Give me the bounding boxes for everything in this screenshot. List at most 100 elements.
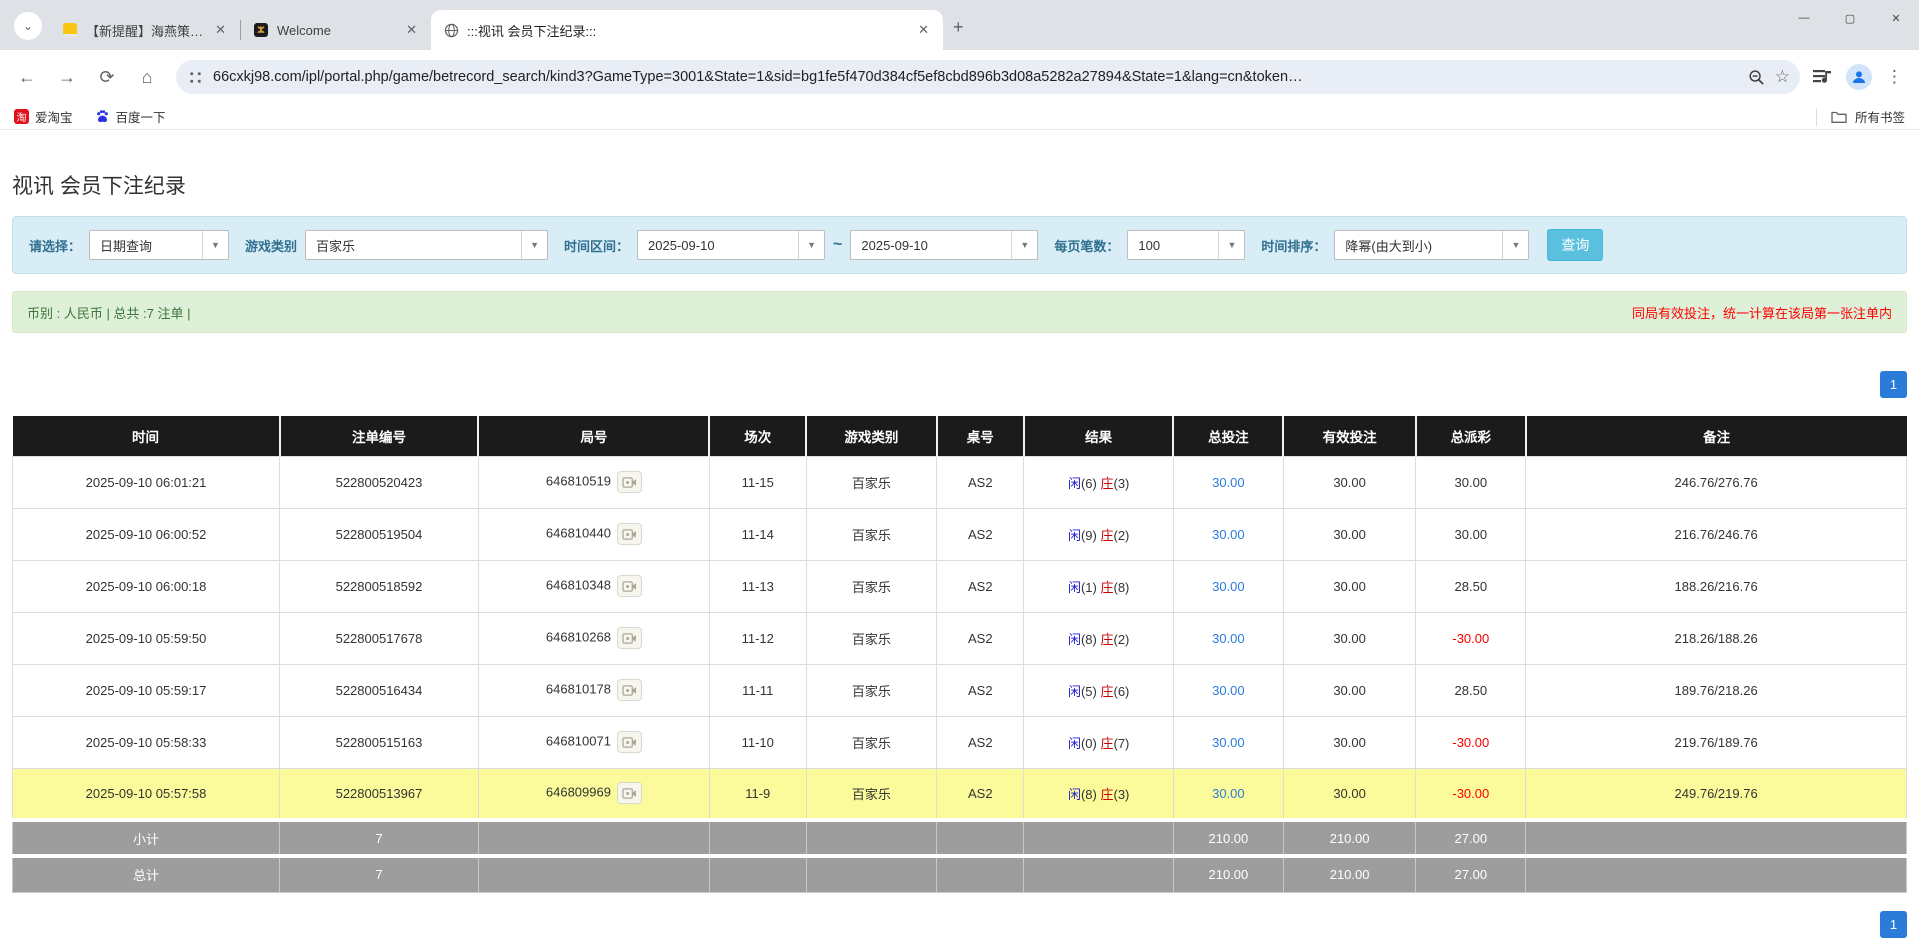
close-button[interactable]: ✕ (1873, 0, 1919, 36)
cell-session: 11-9 (709, 768, 806, 820)
cell-time: 2025-09-10 05:58:33 (13, 716, 280, 768)
header-game-type: 游戏类别 (806, 416, 937, 456)
page-number-button-top[interactable]: 1 (1880, 371, 1907, 398)
folder-icon (1831, 110, 1847, 124)
replay-video-icon[interactable] (617, 523, 642, 545)
cell-payout: -30.00 (1416, 612, 1526, 664)
cell-total-bet[interactable]: 30.00 (1173, 612, 1283, 664)
home-icon[interactable]: ⌂ (130, 60, 164, 94)
bookmark-aitaobao[interactable]: 淘 爱淘宝 (14, 107, 73, 126)
browser-menu-icon[interactable]: ⋮ (1886, 67, 1903, 87)
replay-video-icon[interactable] (617, 782, 642, 804)
subtotal-valid-bet: 210.00 (1283, 820, 1416, 856)
cell-total-bet[interactable]: 30.00 (1173, 560, 1283, 612)
replay-video-icon[interactable] (617, 627, 642, 649)
replay-video-icon[interactable] (617, 471, 642, 493)
toolbar-right: ⋮ (1812, 64, 1909, 90)
bookmark-star-icon[interactable]: ☆ (1775, 67, 1790, 87)
tab-close-icon[interactable]: ✕ (211, 20, 230, 40)
table-row: 2025-09-10 05:59:50522800517678646810268… (13, 612, 1907, 664)
tab-title: :::视讯 会员下注纪录::: (467, 21, 906, 40)
summary-bar: 币别 : 人民币 | 总共 :7 注单 | 同局有效投注，统一计算在该局第一张注… (12, 291, 1907, 333)
new-tab-button[interactable]: + (953, 17, 964, 38)
back-icon[interactable]: ← (10, 60, 44, 94)
header-bet-id: 注单编号 (280, 416, 479, 456)
cell-valid-bet: 30.00 (1283, 560, 1416, 612)
cell-table-no: AS2 (937, 716, 1024, 768)
site-settings-icon[interactable] (188, 70, 203, 85)
page-number-button-bottom[interactable]: 1 (1880, 911, 1907, 938)
cell-total-bet[interactable]: 30.00 (1173, 716, 1283, 768)
cell-total-bet[interactable]: 30.00 (1173, 456, 1283, 508)
tab-forum[interactable]: 【新提醒】海燕策略论坛 - 综合 ✕ (50, 10, 240, 50)
cell-round: 646810440 (478, 508, 709, 560)
table-row: 2025-09-10 05:58:33522800515163646810071… (13, 716, 1907, 768)
cell-note: 246.76/276.76 (1526, 456, 1907, 508)
chevron-down-icon: ▼ (798, 231, 824, 259)
cell-game-type: 百家乐 (806, 768, 937, 820)
game-type-label: 游戏类别 (245, 236, 297, 255)
forum-favicon-icon (62, 22, 78, 38)
table-row: 2025-09-10 06:00:18522800518592646810348… (13, 560, 1907, 612)
replay-video-icon[interactable] (617, 679, 642, 701)
cell-bet-id: 522800517678 (280, 612, 479, 664)
zoom-out-icon[interactable] (1748, 69, 1765, 86)
replay-video-icon[interactable] (617, 731, 642, 753)
query-mode-select[interactable]: 日期查询 ▼ (89, 230, 229, 260)
round-number: 646810178 (546, 681, 611, 696)
cell-total-bet[interactable]: 30.00 (1173, 768, 1283, 820)
taobao-icon: 淘 (14, 109, 29, 124)
replay-video-icon[interactable] (617, 575, 642, 597)
page-size-select[interactable]: 100 ▼ (1127, 230, 1245, 260)
subtotal-count: 7 (280, 820, 479, 856)
cell-valid-bet: 30.00 (1283, 768, 1416, 820)
total-total-bet: 210.00 (1173, 856, 1283, 892)
game-type-select[interactable]: 百家乐 ▼ (305, 230, 548, 260)
table-header-row: 时间 注单编号 局号 场次 游戏类别 桌号 结果 总投注 有效投注 总派彩 备注 (13, 416, 1907, 456)
select-label: 请选择： (29, 236, 81, 255)
maximize-button[interactable]: ▢ (1827, 0, 1873, 36)
cell-table-no: AS2 (937, 456, 1024, 508)
date-to-select[interactable]: 2025-09-10 ▼ (850, 230, 1038, 260)
query-button[interactable]: 查询 (1547, 229, 1603, 261)
bookmark-baidu[interactable]: 百度一下 (95, 107, 166, 126)
profile-avatar[interactable] (1846, 64, 1872, 90)
all-bookmarks-label: 所有书签 (1855, 107, 1905, 126)
baidu-paw-icon (95, 109, 110, 124)
cell-total-bet[interactable]: 30.00 (1173, 664, 1283, 716)
cell-time: 2025-09-10 05:57:58 (13, 768, 280, 820)
tab-bet-record[interactable]: :::视讯 会员下注纪录::: ✕ (431, 10, 943, 50)
tab-close-icon[interactable]: ✕ (914, 20, 933, 40)
address-bar[interactable]: 66cxkj98.com/ipl/portal.php/game/betreco… (176, 60, 1800, 94)
tab-search-button[interactable]: ⌄ (14, 12, 42, 40)
reload-icon[interactable]: ⟳ (90, 60, 124, 94)
round-number: 646810268 (546, 629, 611, 644)
cell-result: 闲(8) 庄(2) (1024, 612, 1174, 664)
forward-icon[interactable]: → (50, 60, 84, 94)
tab-welcome[interactable]: ⵣ Welcome ✕ (241, 10, 431, 50)
url-text[interactable]: 66cxkj98.com/ipl/portal.php/game/betreco… (213, 69, 1738, 85)
cell-result: 闲(0) 庄(7) (1024, 716, 1174, 768)
table-row: 2025-09-10 05:59:17522800516434646810178… (13, 664, 1907, 716)
welcome-favicon-icon: ⵣ (253, 22, 269, 38)
subtotal-label: 小计 (13, 820, 280, 856)
cell-table-no: AS2 (937, 664, 1024, 716)
header-session: 场次 (709, 416, 806, 456)
tab-close-icon[interactable]: ✕ (402, 20, 421, 40)
cell-total-bet[interactable]: 30.00 (1173, 508, 1283, 560)
bookmarks-bar: 淘 爱淘宝 百度一下 所有书签 (0, 104, 1919, 130)
cell-result: 闲(1) 庄(8) (1024, 560, 1174, 612)
cell-round: 646810348 (478, 560, 709, 612)
table-row: 2025-09-10 05:57:58522800513967646809969… (13, 768, 1907, 820)
sort-select[interactable]: 降幂(由大到小) ▼ (1334, 230, 1529, 260)
cell-payout: -30.00 (1416, 768, 1526, 820)
cell-valid-bet: 30.00 (1283, 612, 1416, 664)
page-title: 视讯 会员下注纪录 (12, 170, 1907, 200)
cell-valid-bet: 30.00 (1283, 664, 1416, 716)
minimize-button[interactable]: — (1781, 0, 1827, 36)
cell-table-no: AS2 (937, 612, 1024, 664)
date-from-select[interactable]: 2025-09-10 ▼ (637, 230, 825, 260)
media-playlist-icon[interactable] (1812, 68, 1832, 86)
all-bookmarks[interactable]: 所有书签 (1816, 108, 1905, 126)
subtotal-payout: 27.00 (1416, 820, 1526, 856)
